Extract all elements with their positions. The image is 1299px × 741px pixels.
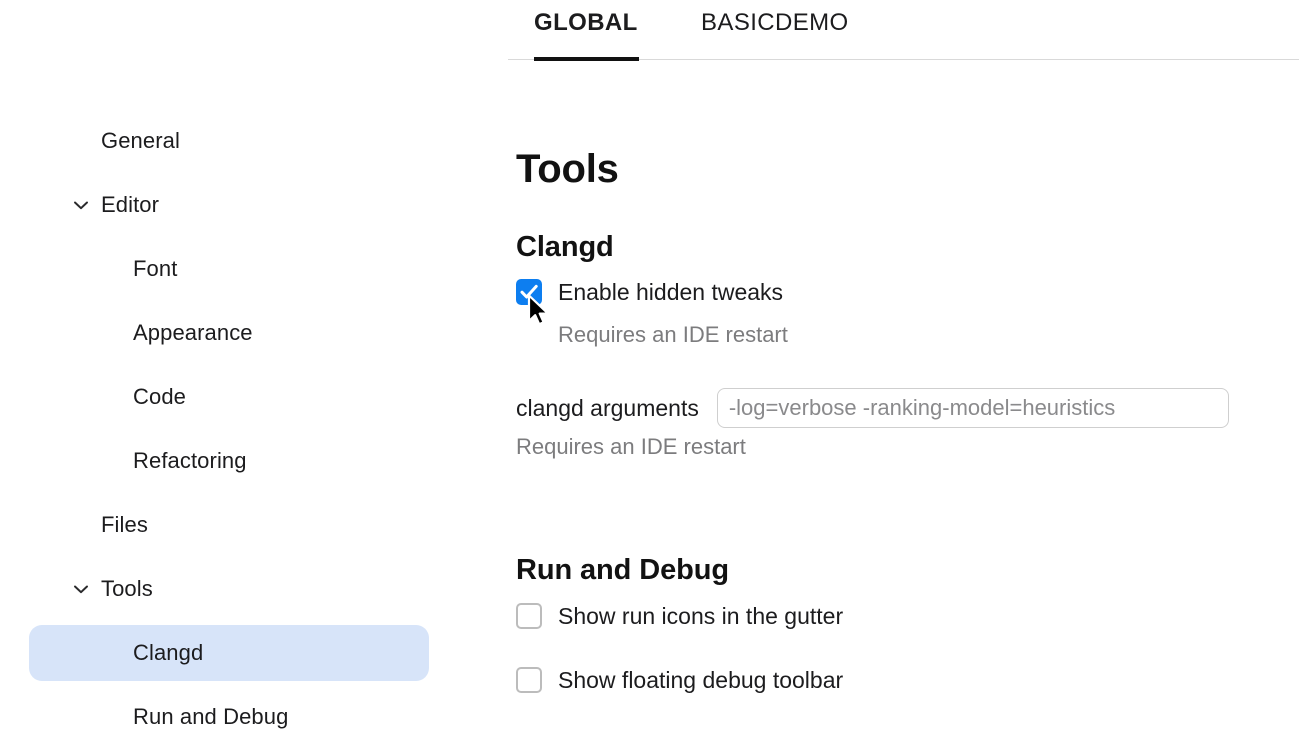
checkbox-row-enable-hidden-tweaks[interactable]: Enable hidden tweaks <box>516 279 783 305</box>
active-tab-indicator <box>534 57 639 61</box>
sidebar-item-label: Appearance <box>133 320 253 345</box>
sidebar-item-label: Font <box>133 256 178 281</box>
clangd-arguments-input[interactable] <box>716 388 1229 428</box>
sidebar-item-code[interactable]: Code <box>133 377 186 417</box>
hint-enable-hidden-tweaks: Requires an IDE restart <box>558 322 788 347</box>
sidebar-item-label: Refactoring <box>133 448 247 473</box>
chevron-down-icon[interactable] <box>70 578 92 600</box>
sidebar-item-font[interactable]: Font <box>133 249 177 289</box>
sidebar-item-label: Tools <box>101 576 153 601</box>
check-icon <box>520 284 538 299</box>
sidebar-item-files[interactable]: Files <box>101 505 148 545</box>
page-title: Tools <box>516 146 619 191</box>
section-heading-run-and-debug: Run and Debug <box>516 554 729 587</box>
scope-tabs: GLOBAL BASICDEMO <box>470 0 1299 61</box>
settings-sidebar: General Editor Font Appearance Code Refa… <box>0 0 470 741</box>
sidebar-item-label: Clangd <box>133 640 204 665</box>
checkbox-label: Show run icons in the gutter <box>558 602 844 629</box>
sidebar-item-label: General <box>101 128 180 153</box>
settings-content: GLOBAL BASICDEMO Tools Clangd Enable hid… <box>470 0 1299 741</box>
sidebar-item-refactoring[interactable]: Refactoring <box>133 441 247 481</box>
sidebar-item-run-and-debug[interactable]: Run and Debug <box>133 697 288 737</box>
section-heading-clangd: Clangd <box>516 231 614 264</box>
sidebar-selection-highlight <box>29 625 429 681</box>
clangd-arguments-label: clangd arguments <box>516 394 699 421</box>
sidebar-item-editor[interactable]: Editor <box>74 185 160 225</box>
checkbox-show-floating-debug-toolbar[interactable] <box>516 667 542 693</box>
checkbox-enable-hidden-tweaks[interactable] <box>516 279 542 305</box>
chevron-down-icon[interactable] <box>70 194 92 216</box>
sidebar-item-tools[interactable]: Tools <box>74 569 153 609</box>
sidebar-item-label: Run and Debug <box>133 704 289 729</box>
tab-global[interactable]: GLOBAL <box>534 11 638 35</box>
sidebar-item-appearance[interactable]: Appearance <box>133 313 253 353</box>
sidebar-item-label: Files <box>101 512 148 537</box>
hint-clangd-arguments: Requires an IDE restart <box>516 434 746 459</box>
checkbox-row-show-run-icons[interactable]: Show run icons in the gutter <box>516 603 843 629</box>
sidebar-item-clangd[interactable]: Clangd <box>133 633 203 673</box>
checkbox-row-show-floating-debug-toolbar[interactable]: Show floating debug toolbar <box>516 667 843 693</box>
sidebar-item-label: Code <box>133 384 186 409</box>
field-row-clangd-arguments: clangd arguments <box>516 388 1229 428</box>
settings-window: General Editor Font Appearance Code Refa… <box>0 0 1299 741</box>
tab-basicdemo[interactable]: BASICDEMO <box>701 11 849 35</box>
checkbox-label: Enable hidden tweaks <box>558 278 784 305</box>
checkbox-show-run-icons[interactable] <box>516 603 542 629</box>
sidebar-item-label: Editor <box>101 192 160 217</box>
sidebar-item-general[interactable]: General <box>101 121 180 161</box>
checkbox-label: Show floating debug toolbar <box>558 666 844 693</box>
